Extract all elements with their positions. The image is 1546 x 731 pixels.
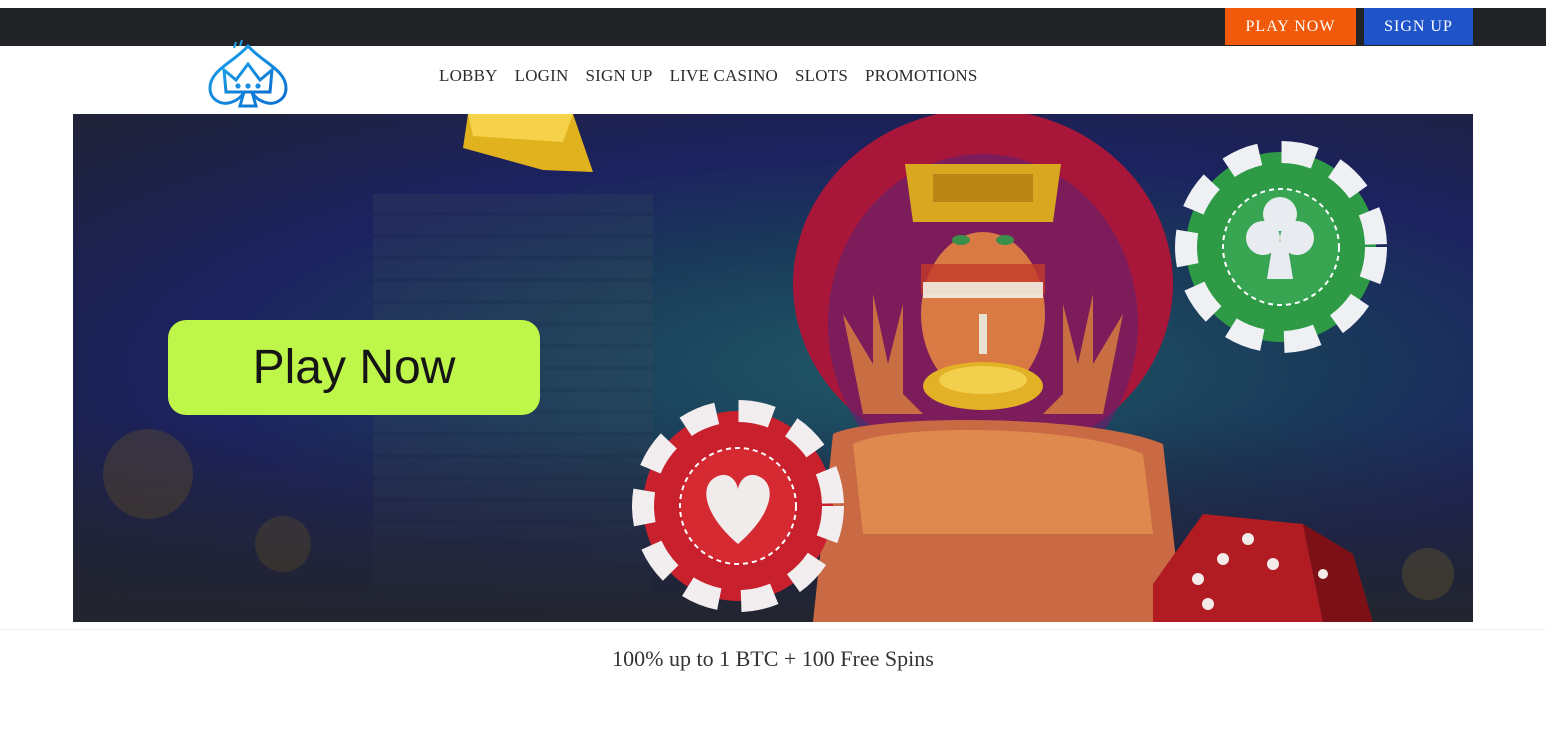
divider xyxy=(0,629,1546,630)
spade-crown-icon[interactable] xyxy=(204,39,292,112)
nav-item-slots[interactable]: SLOTS xyxy=(795,66,848,86)
nav-item-live-casino[interactable]: LIVE CASINO xyxy=(670,66,778,86)
sign-up-button[interactable]: SIGN UP xyxy=(1364,8,1473,45)
play-now-button[interactable]: PLAY NOW xyxy=(1225,8,1356,45)
nav-item-login[interactable]: LOGIN xyxy=(515,66,569,86)
nav-item-promotions[interactable]: PROMOTIONS xyxy=(865,66,978,86)
nav-item-sign-up[interactable]: SIGN UP xyxy=(586,66,653,86)
main-nav: LOBBY LOGIN SIGN UP LIVE CASINO SLOTS PR… xyxy=(439,66,995,86)
promo-text: 100% up to 1 BTC + 100 Free Spins xyxy=(612,646,934,671)
nav-item-lobby[interactable]: LOBBY xyxy=(439,66,498,86)
hero-banner[interactable]: Play Now xyxy=(73,114,1473,622)
site-header: LOBBY LOGIN SIGN UP LIVE CASINO SLOTS PR… xyxy=(0,39,1546,114)
play-now-cta-button[interactable]: Play Now xyxy=(168,320,540,415)
